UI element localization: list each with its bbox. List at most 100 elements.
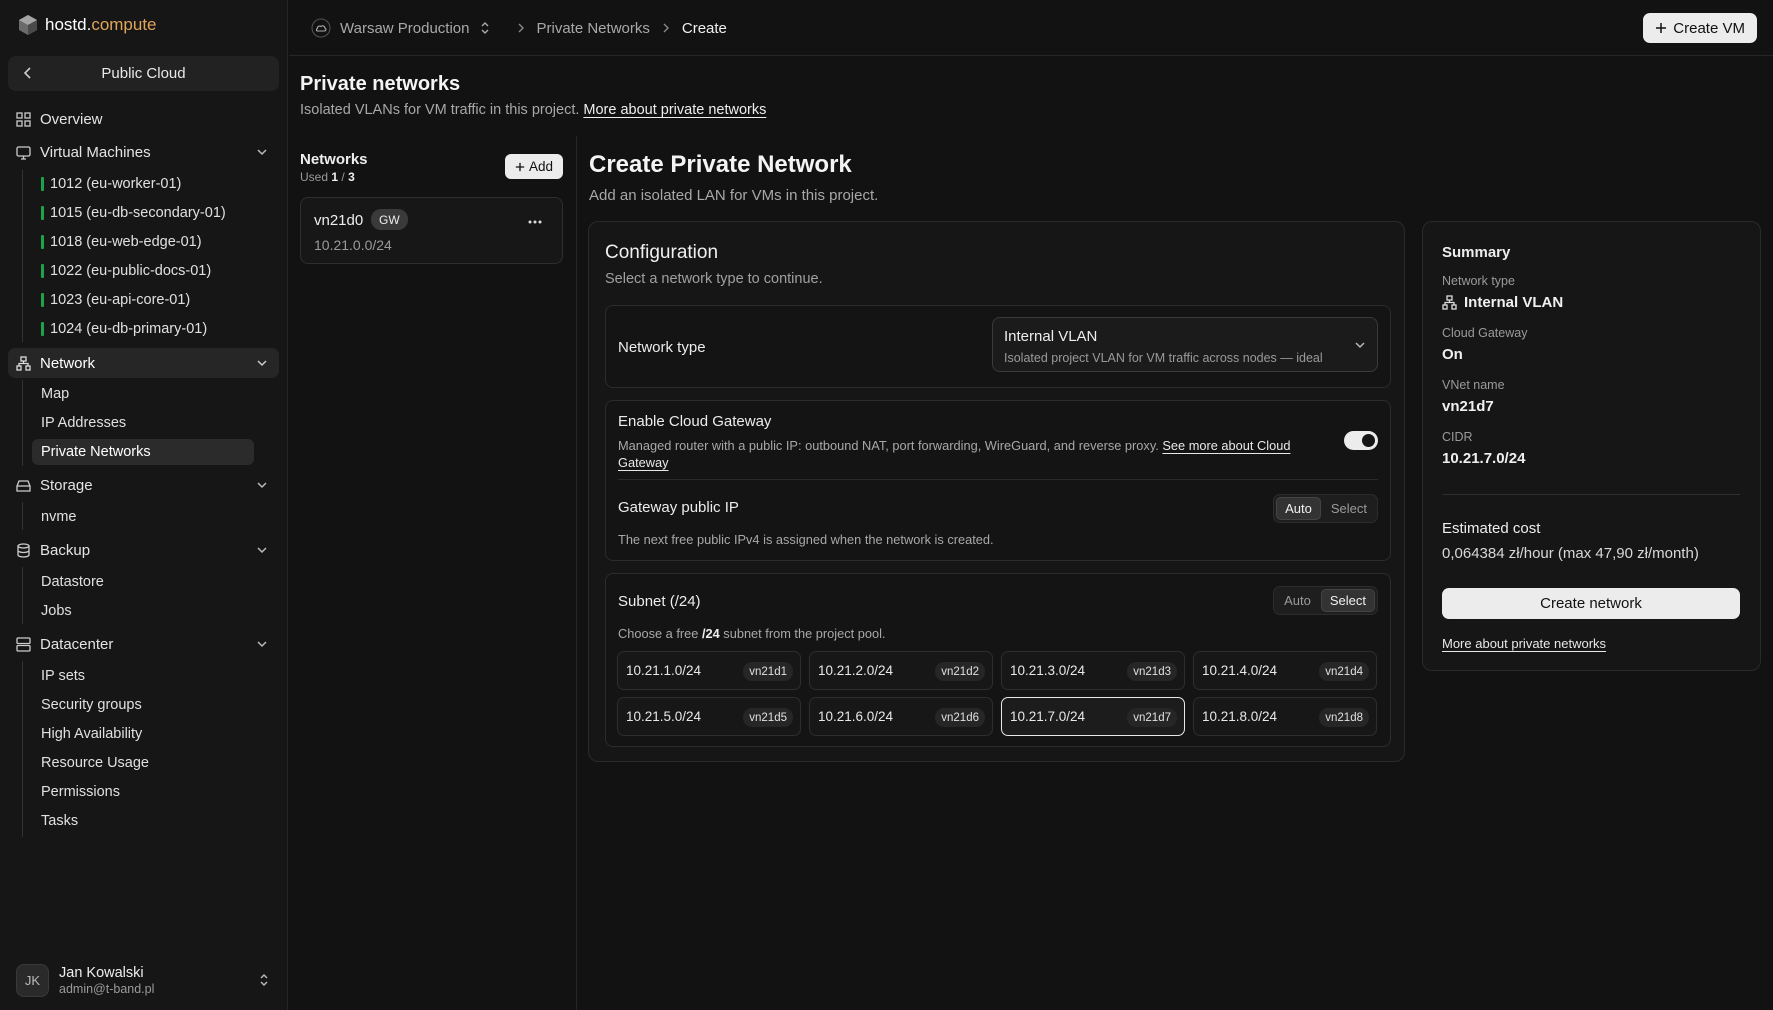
nav-network[interactable]: Network [8, 348, 279, 378]
nav-high-availability[interactable]: High Availability [32, 721, 142, 747]
create-vm-label: Create VM [1673, 19, 1745, 37]
public-ip-auto-option[interactable]: Auto [1276, 497, 1321, 520]
create-title: Create Private Network [589, 151, 852, 178]
chevron-down-icon[interactable] [255, 543, 269, 557]
subnet-desc-post: subnet from the project pool. [719, 626, 886, 641]
grid-icon [16, 111, 31, 127]
nav-network-label: Network [40, 354, 96, 372]
estimated-cost-label: Estimated cost [1442, 520, 1541, 537]
nav-network-map[interactable]: Map [32, 381, 69, 407]
cloud-gateway-description-text: Managed router with a public IP: outboun… [618, 438, 1159, 453]
vm-item[interactable]: 1015 (eu-db-secondary-01) [32, 200, 226, 226]
subnet-desc-mask: /24 [701, 626, 720, 641]
divider [1442, 494, 1740, 495]
cloud-gateway-toggle[interactable] [1344, 431, 1378, 450]
more-horizontal-icon[interactable] [528, 220, 542, 224]
vm-item-label: 1022 (eu-public-docs-01) [50, 263, 212, 279]
nav-virtual-machines-label: Virtual Machines [40, 143, 151, 161]
nav-datastore[interactable]: Datastore [32, 569, 104, 595]
subnet-tag: vn21d4 [1319, 662, 1369, 681]
nav-ip-sets[interactable]: IP sets [32, 663, 85, 689]
nav-security-groups-label: Security groups [41, 697, 142, 713]
vm-item[interactable]: 1018 (eu-web-edge-01) [32, 229, 202, 255]
nav-storage-nvme[interactable]: nvme [32, 504, 76, 530]
subnet-cidr: 10.21.1.0/24 [626, 663, 702, 678]
nav-tasks[interactable]: Tasks [32, 808, 78, 834]
storage-icon [16, 479, 31, 492]
nav-jobs-label: Jobs [41, 603, 72, 619]
user-menu[interactable]: JK Jan Kowalski admin@t-band.pl [16, 960, 276, 1000]
nav-ip-addresses[interactable]: IP Addresses [32, 410, 126, 436]
nav-network-map-label: Map [41, 386, 70, 402]
summary-docs-link[interactable]: More about private networks [1442, 636, 1606, 651]
subnet-option[interactable]: 10.21.3.0/24 vn21d3 [1001, 651, 1185, 690]
nav-overview[interactable]: Overview [8, 104, 279, 134]
subnet-auto-option[interactable]: Auto [1276, 589, 1319, 612]
configuration-title: Configuration [605, 242, 719, 263]
subnet-option[interactable]: 10.21.1.0/24 vn21d1 [617, 651, 801, 690]
private-networks-docs-link[interactable]: More about private networks [583, 102, 766, 118]
network-name: vn21d0 [314, 212, 364, 229]
add-network-button[interactable]: Add [505, 154, 563, 179]
vm-item[interactable]: 1012 (eu-worker-01) [32, 171, 181, 197]
create-vm-button[interactable]: Create VM [1643, 13, 1757, 43]
vm-item[interactable]: 1024 (eu-db-primary-01) [32, 316, 207, 342]
subnet-tag: vn21d3 [1127, 662, 1177, 681]
nav-jobs[interactable]: Jobs [32, 598, 72, 624]
chevron-down-icon[interactable] [255, 637, 269, 651]
subnet-select-option[interactable]: Select [1320, 589, 1375, 612]
subnet-option[interactable]: 10.21.6.0/24 vn21d6 [809, 697, 993, 736]
summary-network-type: Internal VLAN [1442, 294, 1563, 311]
chevron-down-icon[interactable] [255, 356, 269, 370]
status-indicator [41, 264, 44, 278]
nav-permissions[interactable]: Permissions [32, 779, 120, 805]
create-network-button[interactable]: Create network [1442, 588, 1740, 619]
nav-datacenter[interactable]: Datacenter [8, 629, 279, 659]
nav-backup[interactable]: Backup [8, 535, 279, 565]
breadcrumb: Warsaw Production Private Networks Creat… [311, 18, 727, 38]
divider [576, 136, 577, 1010]
cloud-gateway-description: Managed router with a public IP: outboun… [618, 437, 1318, 471]
server-icon [16, 636, 31, 652]
nav-permissions-label: Permissions [41, 784, 120, 800]
nav-private-networks[interactable]: Private Networks [32, 439, 254, 465]
subnet-option[interactable]: 10.21.8.0/24 vn21d8 [1193, 697, 1377, 736]
vm-item-label: 1012 (eu-worker-01) [50, 176, 182, 192]
subnet-option[interactable]: 10.21.2.0/24 vn21d2 [809, 651, 993, 690]
network-type-select[interactable]: Internal VLAN Isolated project VLAN for … [992, 317, 1378, 372]
subnet-description: Choose a free /24 subnet from the projec… [618, 625, 886, 642]
page-subtitle-text: Isolated VLANs for VM traffic in this pr… [300, 102, 580, 118]
nav-virtual-machines[interactable]: Virtual Machines [8, 137, 279, 167]
chevron-up-down-icon[interactable] [479, 20, 491, 36]
nav-storage[interactable]: Storage [8, 470, 279, 500]
nav-resource-usage-label: Resource Usage [41, 755, 149, 771]
chevron-down-icon[interactable] [255, 145, 269, 159]
subnet-mode: Auto Select [1273, 586, 1378, 615]
subnet-cidr: 10.21.5.0/24 [626, 709, 702, 724]
vm-item-label: 1018 (eu-web-edge-01) [50, 234, 202, 250]
subnet-tag: vn21d1 [743, 662, 793, 681]
vm-item[interactable]: 1023 (eu-api-core-01) [32, 287, 190, 313]
subnet-cidr: 10.21.4.0/24 [1202, 663, 1278, 678]
project-switcher[interactable]: Warsaw Production [340, 20, 470, 37]
plus-icon [515, 162, 525, 171]
chevron-down-icon[interactable] [255, 478, 269, 492]
subnet-option-selected[interactable]: 10.21.7.0/24 vn21d7 [1001, 697, 1185, 736]
subnet-option[interactable]: 10.21.5.0/24 vn21d5 [617, 697, 801, 736]
usage-used: 1 [331, 170, 339, 184]
nav-security-groups[interactable]: Security groups [32, 692, 142, 718]
vm-item[interactable]: 1022 (eu-public-docs-01) [32, 258, 211, 284]
brand-logo[interactable]: hostd.compute [18, 14, 157, 36]
page-subtitle: Isolated VLANs for VM traffic in this pr… [300, 102, 766, 118]
network-card[interactable]: vn21d0 GW 10.21.0.0/24 [300, 197, 563, 264]
configuration-subtitle: Select a network type to continue. [605, 271, 823, 287]
nav-ip-addresses-label: IP Addresses [41, 415, 127, 431]
user-email: admin@t-band.pl [59, 981, 155, 996]
nav-resource-usage[interactable]: Resource Usage [32, 750, 149, 776]
scope-back-button[interactable]: Public Cloud [8, 56, 279, 91]
breadcrumb-private-networks[interactable]: Private Networks [537, 20, 650, 37]
subnet-option[interactable]: 10.21.4.0/24 vn21d4 [1193, 651, 1377, 690]
network-cidr: 10.21.0.0/24 [314, 237, 392, 253]
public-ip-select-option[interactable]: Select [1323, 497, 1375, 520]
subnet-tag: vn21d2 [935, 662, 985, 681]
